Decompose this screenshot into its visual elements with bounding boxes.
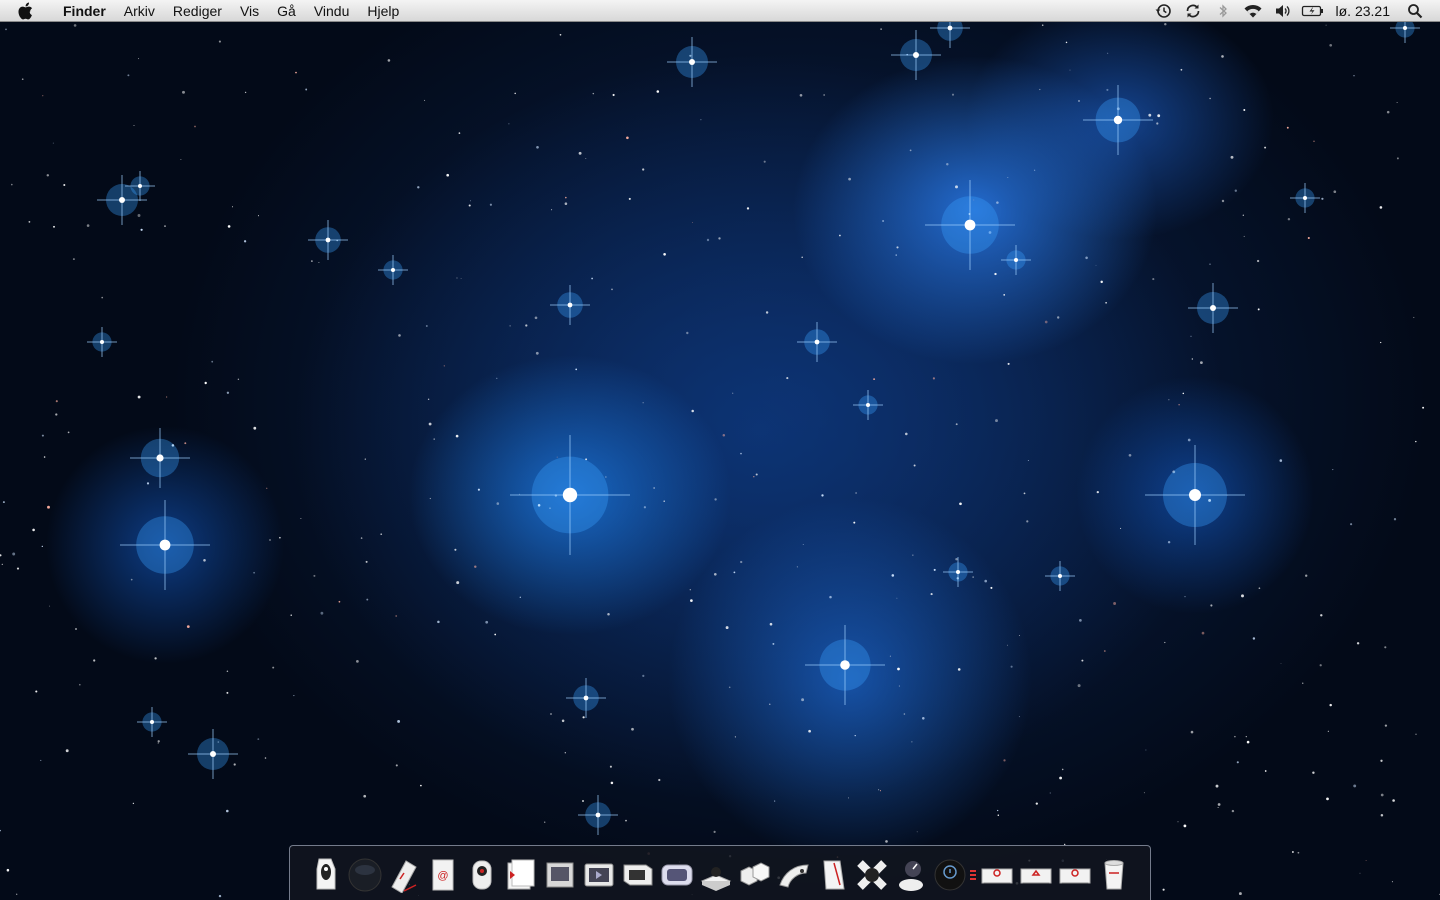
menu-finder[interactable]: Finder bbox=[54, 0, 115, 22]
menu-rediger[interactable]: Rediger bbox=[164, 0, 231, 22]
activity-monitor-icon[interactable] bbox=[891, 855, 930, 895]
terminal-icon[interactable] bbox=[618, 855, 657, 895]
bluetooth-icon[interactable] bbox=[1208, 0, 1238, 22]
utility-icon[interactable] bbox=[774, 855, 813, 895]
time-machine-icon[interactable] bbox=[930, 855, 969, 895]
svg-text:@: @ bbox=[437, 870, 448, 882]
menu-bar: Finder Arkiv Rediger Vis Gå Vindu Hjelp … bbox=[0, 0, 1440, 22]
dock-separator bbox=[969, 855, 977, 895]
wifi-icon[interactable] bbox=[1238, 0, 1268, 22]
system-preferences-icon[interactable] bbox=[852, 855, 891, 895]
apple-logo-icon[interactable] bbox=[17, 1, 39, 21]
battery-icon[interactable] bbox=[1298, 0, 1328, 22]
dock: @ bbox=[289, 845, 1151, 900]
screen-sharing-icon[interactable] bbox=[657, 855, 696, 895]
downloads-stack-icon[interactable] bbox=[1055, 855, 1094, 895]
starfield bbox=[0, 8, 1440, 898]
photo-booth-icon[interactable] bbox=[501, 855, 540, 895]
pencil-note-icon[interactable] bbox=[384, 855, 423, 895]
textedit-icon[interactable] bbox=[813, 855, 852, 895]
menu-vindu[interactable]: Vindu bbox=[305, 0, 359, 22]
sync-icon[interactable] bbox=[1178, 0, 1208, 22]
quicktime-icon[interactable] bbox=[579, 855, 618, 895]
menu-hjelp[interactable]: Hjelp bbox=[358, 0, 408, 22]
applications-stack-icon[interactable] bbox=[977, 855, 1016, 895]
preview-icon[interactable] bbox=[540, 855, 579, 895]
menu-vis[interactable]: Vis bbox=[231, 0, 268, 22]
time-machine-icon[interactable] bbox=[1148, 0, 1178, 22]
spotlight-search-icon[interactable] bbox=[1400, 0, 1430, 22]
menu-ga[interactable]: Gå bbox=[268, 0, 305, 22]
mail-icon[interactable]: @ bbox=[423, 855, 462, 895]
menu-arkiv[interactable]: Arkiv bbox=[115, 0, 164, 22]
finder-icon[interactable] bbox=[306, 855, 345, 895]
trash-icon[interactable] bbox=[1094, 855, 1133, 895]
disk-icon[interactable] bbox=[696, 855, 735, 895]
volume-icon[interactable] bbox=[1268, 0, 1298, 22]
dashboard-icon[interactable] bbox=[345, 855, 384, 895]
menu-clock[interactable]: lø. 23.21 bbox=[1328, 3, 1400, 19]
itunes-icon[interactable] bbox=[462, 855, 501, 895]
documents-stack-icon[interactable] bbox=[1016, 855, 1055, 895]
desktop-wallpaper bbox=[0, 0, 1440, 900]
cubes-icon[interactable] bbox=[735, 855, 774, 895]
